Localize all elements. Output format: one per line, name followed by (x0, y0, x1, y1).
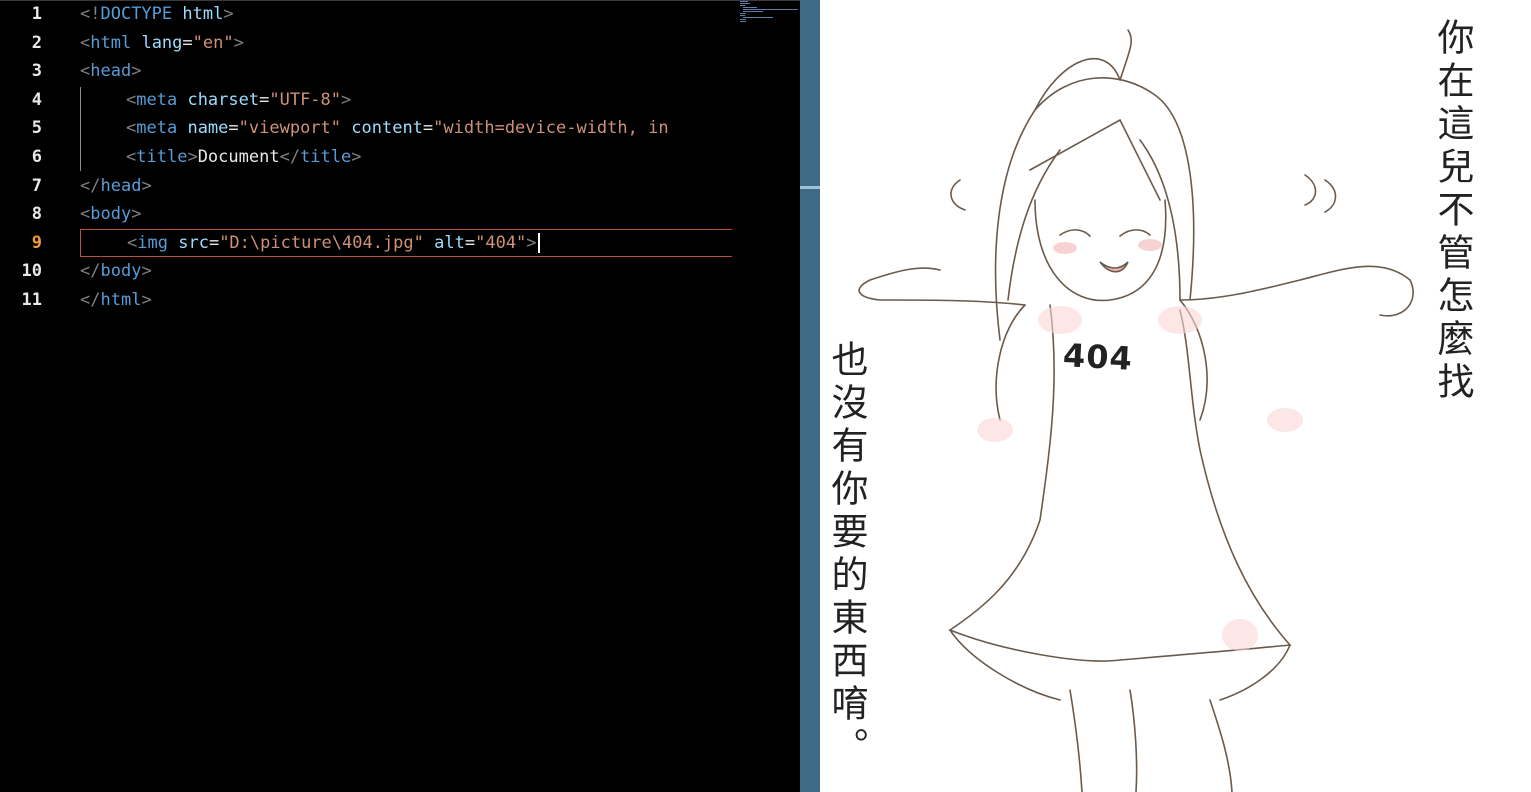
token-tag: meta (136, 89, 178, 110)
token-equals: = (422, 118, 434, 139)
code-area[interactable]: <!DOCTYPE html> <html lang="en"> <head> … (80, 0, 732, 315)
token-bracket: > (233, 32, 244, 53)
token-equals: = (208, 232, 220, 253)
token-bracket: > (141, 261, 152, 282)
token-keyword: DOCTYPE (100, 4, 173, 24)
token-bracket: </ (279, 146, 301, 167)
token-bracket: </ (80, 175, 101, 196)
token-bracket: < (126, 146, 137, 167)
token-string: "D:\picture\404.jpg" (219, 232, 424, 253)
token-tag: body (90, 204, 132, 225)
token-string: "en" (192, 32, 234, 53)
code-line-4[interactable]: <meta charset="UTF-8"> (80, 86, 732, 115)
token-tag: img (137, 232, 168, 253)
line-number: 2 (31, 32, 42, 53)
token-bracket: > (223, 4, 234, 24)
token-attribute: src (178, 232, 209, 253)
line-number: 5 (31, 118, 42, 139)
token-equals: = (228, 118, 239, 139)
token-bracket: </ (80, 289, 101, 310)
token-tag: meta (136, 118, 178, 139)
code-line-10[interactable]: </body> (80, 257, 732, 286)
code-line-3[interactable]: <head> (80, 57, 732, 86)
line-number: 1 (31, 4, 42, 24)
token-tag: head (90, 61, 132, 82)
line-number: 10 (21, 261, 42, 282)
token-tag: html (90, 32, 132, 53)
token-attribute: charset (187, 89, 260, 110)
browser-preview: 404 你在這兒不管怎麼找 也沒有你要的東西唷。 (820, 0, 1531, 792)
token-tag: title (136, 146, 188, 167)
code-line-7[interactable]: </head> (80, 172, 732, 201)
token-equals: = (259, 89, 270, 110)
token-tag: title (300, 146, 352, 167)
line-number: 6 (31, 146, 42, 167)
token-bracket: > (187, 146, 198, 167)
token-bracket: > (351, 146, 362, 167)
404-badge: 404 (1062, 336, 1134, 378)
token-bracket: </ (80, 261, 101, 282)
token-attribute: html (182, 4, 224, 24)
token-attribute: name (187, 118, 229, 139)
token-bracket: > (526, 232, 537, 253)
token-attribute: content (351, 118, 423, 139)
caption-left: 也沒有你要的東西唷。 (825, 340, 868, 770)
code-line-5[interactable]: <meta name="viewport" content="width=dev… (80, 114, 732, 143)
token-tag: head (100, 175, 142, 196)
token-equals: = (182, 32, 193, 53)
line-number: 4 (31, 89, 42, 110)
code-line-1[interactable]: <!DOCTYPE html> (80, 0, 732, 29)
token-attribute: alt (434, 232, 465, 253)
code-line-8[interactable]: <body> (80, 200, 732, 229)
code-line-11[interactable]: </html> (80, 286, 732, 315)
token-bracket: > (141, 289, 152, 310)
token-bracket: < (126, 89, 137, 110)
token-tag: html (100, 289, 142, 310)
token-bracket: > (141, 175, 152, 196)
line-number-gutter: 1 2 3 4 5 6 7 8 9 10 11 (0, 0, 60, 315)
caption-right: 你在這兒不管怎麼找 (1431, 18, 1474, 405)
minimap[interactable] (738, 0, 800, 26)
text-cursor (537, 232, 540, 253)
token-bracket: > (341, 89, 352, 110)
line-number-active: 9 (31, 232, 42, 253)
token-string: "viewport" (238, 118, 342, 139)
token-string: "UTF-8" (269, 89, 342, 110)
code-line-6[interactable]: <title>Document</title> (80, 143, 732, 172)
token-equals: = (464, 232, 476, 253)
token-tag: body (100, 261, 142, 282)
vertical-scrollbar[interactable] (800, 0, 820, 792)
token-attribute: lang (141, 32, 183, 53)
token-bracket: < (126, 118, 137, 139)
token-string: "404" (475, 232, 527, 253)
token-bracket: < (80, 61, 91, 82)
line-number: 3 (31, 61, 42, 82)
line-number: 7 (31, 175, 42, 196)
line-number: 8 (31, 204, 42, 225)
code-editor[interactable]: 1 2 3 4 5 6 7 8 9 10 11 <!DOCTYPE html> … (0, 0, 800, 792)
token-bracket: > (131, 204, 142, 225)
token-bracket: < (127, 232, 138, 253)
token-bracket: <! (80, 4, 101, 24)
code-line-9-active[interactable]: <img src="D:\picture\404.jpg" alt="404"> (80, 228, 732, 258)
token-bracket: < (80, 32, 91, 53)
scrollbar-position-marker (800, 186, 820, 189)
code-line-2[interactable]: <html lang="en"> (80, 29, 732, 58)
token-bracket: > (131, 61, 142, 82)
token-string: "width=device-width, in (433, 118, 669, 139)
line-number: 11 (21, 289, 42, 310)
404-illustration (858, 29, 1414, 792)
token-bracket: < (80, 204, 91, 225)
token-text: Document (197, 146, 280, 167)
